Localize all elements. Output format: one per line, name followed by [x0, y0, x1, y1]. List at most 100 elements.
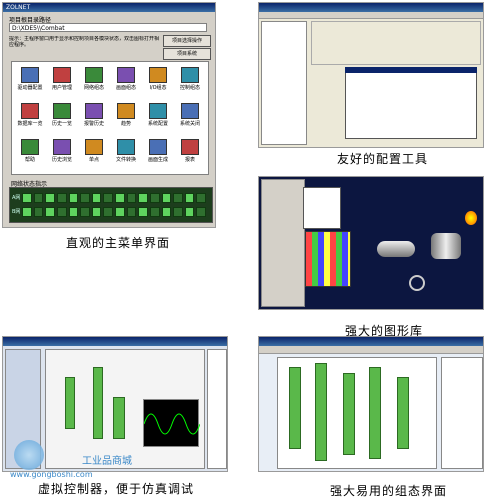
scada-toolbar — [259, 346, 483, 354]
caption-config-tool: 友好的配置工具 — [337, 152, 429, 166]
config-dialog — [345, 67, 477, 139]
status-led — [33, 207, 44, 217]
status-led — [103, 207, 113, 217]
module-label: 帮助 — [24, 157, 35, 163]
status-led — [161, 207, 172, 217]
watermark-logo — [14, 440, 44, 470]
caption-controller: 虚拟控制器，便于仿真调试 — [38, 482, 195, 496]
flame-shape — [465, 211, 477, 225]
module-icon[interactable]: 文件转换 — [110, 137, 142, 171]
module-label: 用户管理 — [51, 85, 72, 91]
module-label: 文件转换 — [115, 157, 136, 163]
hint-text: 提示：主程序窗口用于显示和控制项目各模块状态，双击图标打开相应程序。 — [9, 36, 159, 48]
status-led — [161, 193, 172, 203]
status-led — [115, 207, 125, 217]
module-label: 单点 — [88, 157, 99, 163]
scada-screenshot — [258, 336, 484, 472]
function-block — [65, 377, 75, 429]
module-icon[interactable]: 驱动器配置 — [14, 65, 46, 99]
status-led — [173, 193, 183, 203]
module-icon[interactable]: I/O组态 — [142, 65, 174, 99]
module-icon[interactable]: 帮助 — [14, 137, 46, 171]
config-form — [311, 21, 481, 65]
module-glyph-icon — [53, 139, 71, 155]
status-led — [196, 207, 206, 217]
secondary-button[interactable]: 项目系统 — [163, 48, 211, 60]
module-label: 网络组态 — [83, 85, 104, 91]
module-glyph-icon — [21, 103, 39, 119]
status-led — [45, 207, 55, 217]
module-icon[interactable]: 历史浏览 — [46, 137, 78, 171]
module-icon-grid: 驱动器配置 用户管理 网络组态 画面组态 I/O组态 控制组态数据库一览 历史一览 报警历史 趋… — [11, 61, 209, 175]
module-label: 历史一览 — [51, 121, 72, 127]
caption-main-menu: 直观的主菜单界面 — [66, 236, 171, 250]
row-b-label: B网 — [12, 209, 21, 215]
module-glyph-icon — [117, 103, 135, 119]
status-led — [91, 207, 102, 217]
module-icon[interactable]: 画面生成 — [142, 137, 174, 171]
module-icon[interactable]: 趋势 — [110, 101, 142, 135]
status-led — [173, 207, 183, 217]
module-icon[interactable]: 历史一览 — [46, 101, 78, 135]
module-label: 系统配置 — [147, 121, 168, 127]
led-row-b — [22, 207, 206, 217]
module-glyph-icon — [21, 67, 39, 83]
module-label: 画面组态 — [115, 85, 136, 91]
module-icon[interactable]: 报警历史 — [78, 101, 110, 135]
status-led — [184, 193, 195, 203]
module-icon[interactable]: 控制组态 — [174, 65, 206, 99]
sine-wave — [143, 413, 201, 435]
status-led — [91, 193, 102, 203]
module-icon[interactable]: 画面组态 — [110, 65, 142, 99]
palette-popup — [303, 187, 341, 229]
module-glyph-icon — [149, 139, 167, 155]
main-menu-screenshot: ZOLNET 项目根目录路径 D:\XDE5\\Combat 提示：主程序窗口用… — [2, 2, 216, 228]
module-label: 系统关闭 — [179, 121, 200, 127]
primary-button[interactable]: 项目选择操作 — [163, 35, 211, 47]
module-icon[interactable]: 系统配置 — [142, 101, 174, 135]
status-led — [138, 207, 148, 217]
window-title-bar: ZOLNET — [3, 3, 215, 12]
module-glyph-icon — [85, 139, 103, 155]
module-glyph-icon — [53, 67, 71, 83]
window-title: ZOLNET — [6, 4, 31, 11]
module-icon[interactable]: 网络组态 — [78, 65, 110, 99]
controller-title-bar — [3, 337, 227, 346]
module-icon[interactable]: 系统关闭 — [174, 101, 206, 135]
status-led — [22, 193, 32, 203]
watermark-name: 工业品商城 — [82, 456, 132, 467]
oscilloscope-window — [143, 399, 201, 447]
module-glyph-icon — [181, 67, 199, 83]
config-tool-screenshot — [258, 2, 484, 148]
project-path-field[interactable]: D:\XDE5\\Combat — [9, 23, 207, 32]
module-label: 趋势 — [120, 121, 131, 127]
module-glyph-icon — [85, 103, 103, 119]
function-block — [289, 367, 301, 449]
caption-scada: 强大易用的组态界面 — [330, 484, 448, 498]
module-glyph-icon — [21, 139, 39, 155]
status-led — [149, 207, 160, 217]
status-led — [196, 193, 206, 203]
module-glyph-icon — [85, 67, 103, 83]
function-block — [315, 363, 327, 461]
module-label: 报表 — [184, 157, 195, 163]
status-led — [56, 193, 67, 203]
function-block — [369, 367, 381, 459]
controller-right-panel — [207, 349, 227, 469]
module-icon[interactable]: 用户管理 — [46, 65, 78, 99]
status-led — [184, 207, 195, 217]
module-icon[interactable]: 单点 — [78, 137, 110, 171]
config-title-bar — [259, 3, 483, 12]
graphics-lib-screenshot — [258, 176, 484, 310]
status-led — [126, 193, 137, 203]
scada-canvas — [277, 357, 437, 469]
status-led — [33, 193, 44, 203]
function-block — [93, 367, 103, 439]
module-icon[interactable]: 数据库一览 — [14, 101, 46, 135]
status-led — [22, 207, 32, 217]
module-icon[interactable]: 报表 — [174, 137, 206, 171]
module-label: 控制组态 — [179, 85, 200, 91]
module-glyph-icon — [117, 67, 135, 83]
module-label: 报警历史 — [83, 121, 104, 127]
pump-shape — [409, 275, 425, 291]
